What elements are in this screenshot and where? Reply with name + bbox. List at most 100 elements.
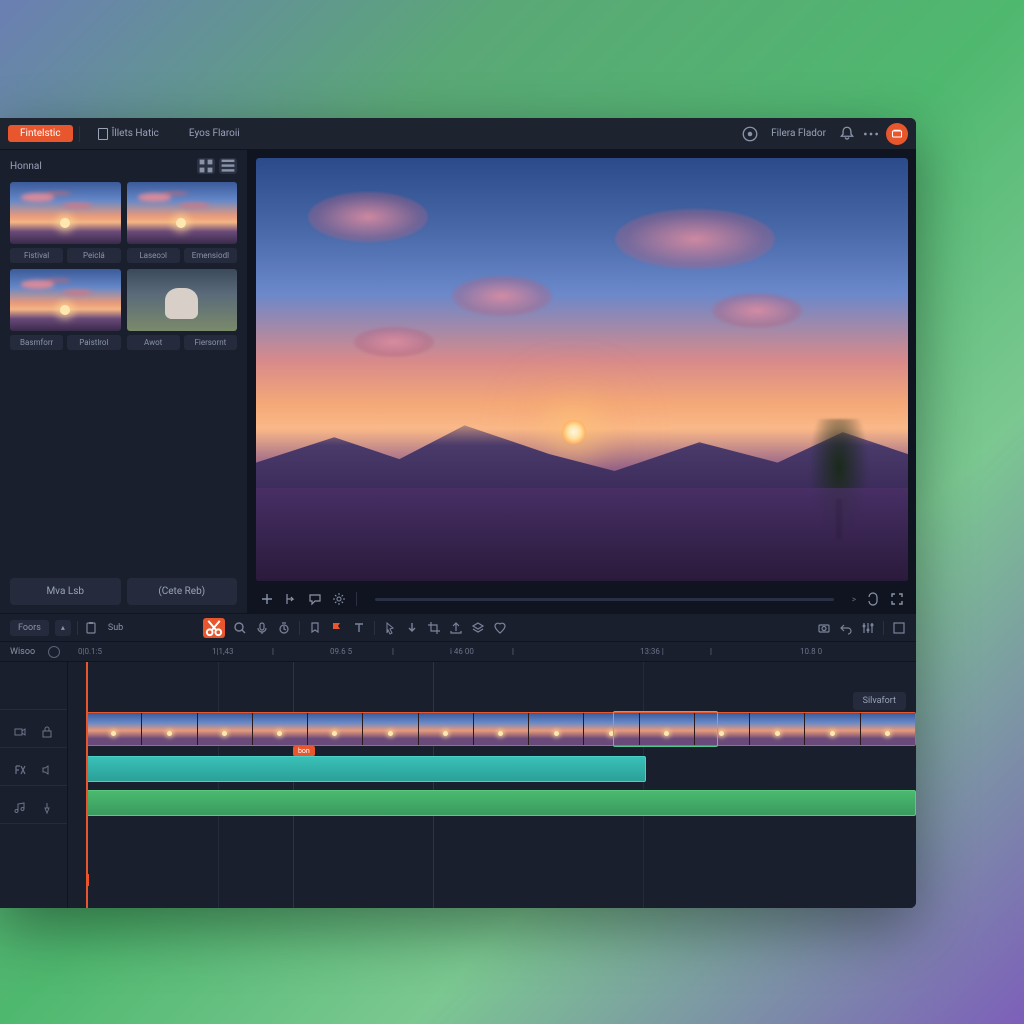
fx-icon[interactable] xyxy=(14,761,26,773)
mute-icon[interactable] xyxy=(41,761,53,773)
tracks-content[interactable]: Silvafort bon xyxy=(68,662,916,908)
preview-image xyxy=(256,158,908,581)
timer-icon[interactable] xyxy=(277,621,291,635)
ruler-mark: 09.6 5 xyxy=(330,647,352,656)
media-header: Honnal xyxy=(10,158,237,174)
main-row: Honnal Fistival Peiclá xyxy=(0,150,916,613)
flag-icon[interactable] xyxy=(330,621,344,635)
audio-clip-1[interactable] xyxy=(86,756,646,782)
mark-in-icon[interactable] xyxy=(284,592,298,606)
marker-icon[interactable] xyxy=(308,621,322,635)
timeline-tracks: Silvafort bon xyxy=(0,662,916,908)
thumb-label[interactable]: Emensiodl xyxy=(184,248,237,263)
more-icon[interactable] xyxy=(862,125,880,143)
media-grid: Fistival Peiclá Laseoɔl Emensiodl Basmfo… xyxy=(10,182,237,350)
avatar[interactable] xyxy=(886,123,908,145)
loop-icon[interactable] xyxy=(866,592,880,606)
ruler-track-label: Wisoo xyxy=(10,647,35,657)
thumb-label[interactable]: Laseoɔl xyxy=(127,248,180,263)
media-thumbnail[interactable] xyxy=(10,269,121,331)
media-thumbnail[interactable] xyxy=(10,182,121,244)
tl-sub-label: Sub xyxy=(104,621,127,635)
thumb-label[interactable]: Fiersornt xyxy=(184,335,237,350)
mic-icon[interactable] xyxy=(255,621,269,635)
bell-icon[interactable] xyxy=(838,125,856,143)
timeline-toolbar: Foors ▴ Sub xyxy=(0,614,916,642)
undo-icon[interactable] xyxy=(839,621,853,635)
grid-view-icon[interactable] xyxy=(197,158,215,174)
text-icon[interactable] xyxy=(352,621,366,635)
video-track-icon[interactable] xyxy=(14,723,26,735)
file-icon xyxy=(98,128,108,140)
add-icon[interactable] xyxy=(260,592,274,606)
track-header-audio2 xyxy=(0,786,67,824)
thumb-label[interactable]: Awot xyxy=(127,335,180,350)
media-bottom: Mva Lsb (Cete Reb) xyxy=(10,578,237,605)
tab-3[interactable]: Eyos Flaroii xyxy=(177,125,252,142)
tab-2[interactable]: Îllets Hatic xyxy=(86,125,171,143)
preview-panel: > xyxy=(248,150,916,613)
media-item: Awot Fiersornt xyxy=(127,269,238,350)
thumb-label[interactable]: Fistival xyxy=(10,248,63,263)
tab-2-label: Îllets Hatic xyxy=(112,128,159,139)
ruler-mark: 13:36 | xyxy=(640,647,664,656)
top-bar: Fintelstic Îllets Hatic Eyos Flaroii Fil… xyxy=(0,118,916,150)
track-header-audio1 xyxy=(0,748,67,786)
ruler-info-icon[interactable] xyxy=(48,646,60,658)
camera-icon[interactable] xyxy=(817,621,831,635)
expand-icon[interactable] xyxy=(892,621,906,635)
down-icon[interactable] xyxy=(405,621,419,635)
timeline-area: Foors ▴ Sub xyxy=(0,613,916,908)
timeline-ruler[interactable]: Wisoo 0|0.1:5 1|1,43 | 09.6 5 | i 46 00 … xyxy=(0,642,916,662)
ruler-mark: | xyxy=(272,647,274,656)
pin-icon[interactable] xyxy=(41,799,53,811)
pointer-icon[interactable] xyxy=(383,621,397,635)
ruler-mark: | xyxy=(710,647,712,656)
thumb-label[interactable]: Peiclá xyxy=(67,248,120,263)
ruler-mark: | xyxy=(392,647,394,656)
media-title: Honnal xyxy=(10,161,42,172)
preview-viewport[interactable] xyxy=(256,158,908,581)
playhead[interactable] xyxy=(86,662,88,908)
preview-controls: > xyxy=(248,585,916,613)
target-icon[interactable] xyxy=(741,125,759,143)
tab-active[interactable]: Fintelstic xyxy=(8,125,73,142)
heart-icon[interactable] xyxy=(493,621,507,635)
clip-marker[interactable]: bon xyxy=(293,746,315,756)
video-clip[interactable] xyxy=(86,712,916,746)
music-icon[interactable] xyxy=(14,799,26,811)
progress-bar[interactable] xyxy=(375,598,834,601)
clip-selection[interactable] xyxy=(613,711,718,747)
crop-icon[interactable] xyxy=(427,621,441,635)
media-panel: Honnal Fistival Peiclá xyxy=(0,150,248,613)
fullscreen-icon[interactable] xyxy=(890,592,904,606)
progress-text: > xyxy=(852,595,856,604)
sliders-icon[interactable] xyxy=(861,621,875,635)
comment-icon[interactable] xyxy=(308,592,322,606)
ruler-mark: i 46 00 xyxy=(450,647,474,656)
snapshot-button[interactable]: Silvafort xyxy=(853,692,906,710)
media-item: Fistival Peiclá xyxy=(10,182,121,263)
search-icon[interactable] xyxy=(233,621,247,635)
audio-clip-2[interactable] xyxy=(86,790,916,816)
chevron-up-icon[interactable]: ▴ xyxy=(55,620,71,636)
export-icon[interactable] xyxy=(449,621,463,635)
layers-icon[interactable] xyxy=(471,621,485,635)
track-headers xyxy=(0,662,68,908)
media-thumbnail[interactable] xyxy=(127,269,238,331)
media-item: Laseoɔl Emensiodl xyxy=(127,182,238,263)
ruler-mark: 1|1,43 xyxy=(212,647,234,656)
list-view-icon[interactable] xyxy=(219,158,237,174)
clipboard-icon[interactable] xyxy=(84,621,98,635)
cut-tool-icon[interactable] xyxy=(203,618,225,638)
thumb-label[interactable]: Paistlrol xyxy=(67,335,120,350)
settings-icon[interactable] xyxy=(332,592,346,606)
lock-icon[interactable] xyxy=(41,723,53,735)
media-thumbnail[interactable] xyxy=(127,182,238,244)
ruler-mark: 0|0.1:5 xyxy=(78,647,102,656)
track-header-video xyxy=(0,710,67,748)
thumb-label[interactable]: Basmforr xyxy=(10,335,63,350)
media-btn-left[interactable]: Mva Lsb xyxy=(10,578,121,605)
tl-label-btn[interactable]: Foors xyxy=(10,620,49,636)
media-btn-right[interactable]: (Cete Reb) xyxy=(127,578,238,605)
